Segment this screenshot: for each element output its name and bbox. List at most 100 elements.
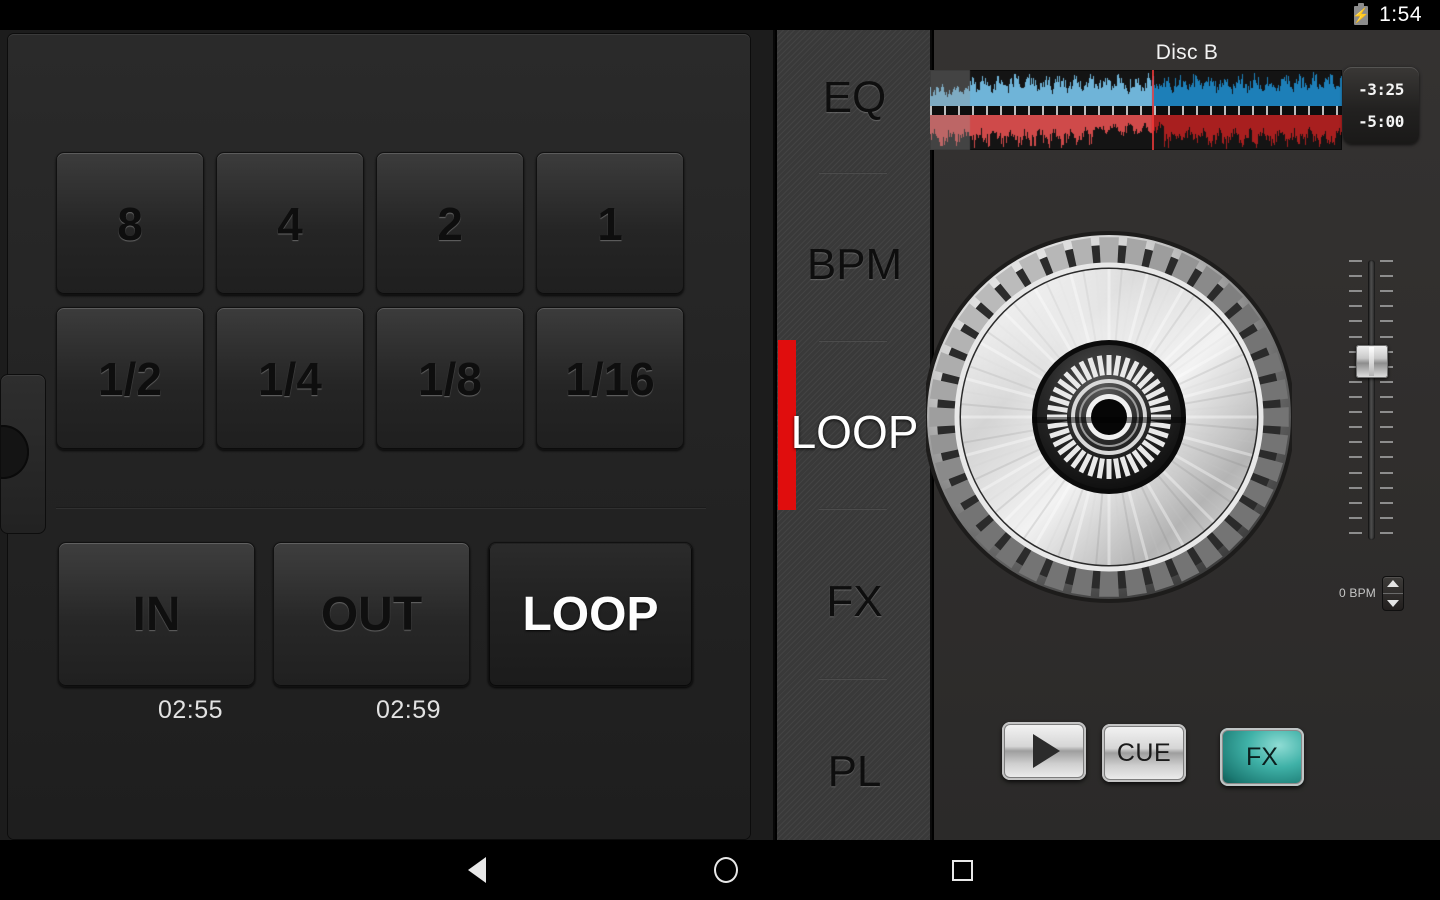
loop-length-1-4[interactable]: 1/4	[216, 307, 364, 450]
fader-tick	[1380, 320, 1393, 322]
fader-tick	[1349, 305, 1362, 307]
fader-tick	[1349, 456, 1362, 458]
loop-length-row-2: 1/2 1/4 1/8 1/16	[56, 307, 706, 450]
tab-fx[interactable]: FX	[777, 552, 930, 652]
fader-tick	[1349, 381, 1362, 383]
fader-tick	[1349, 487, 1362, 489]
loop-length-1-2[interactable]: 1/2	[56, 307, 204, 450]
rail-separator-4	[819, 678, 887, 680]
loop-panel: 8 4 2 1 1/2 1/4 1/8 1/16 IN OUT LOOP 02:…	[0, 30, 775, 840]
loop-toggle-button[interactable]: LOOP	[488, 542, 693, 687]
recents-square-icon	[951, 859, 973, 881]
battery-charging-icon: ⚡	[1352, 2, 1370, 25]
rail-separator-1	[819, 172, 887, 174]
loop-time-readouts: 02:55 02:59	[58, 696, 708, 732]
deck-b-panel: Disc B -3:25 -5:00 0 BPM CUE FX	[926, 30, 1440, 840]
tab-eq[interactable]: EQ	[777, 48, 930, 148]
waveform-top-channel	[930, 70, 1342, 106]
rail-separator-2	[819, 340, 887, 342]
fader-tick	[1380, 290, 1393, 292]
loop-length-1-16[interactable]: 1/16	[536, 307, 684, 450]
fader-tick	[1380, 411, 1393, 413]
bpm-stepper[interactable]	[1382, 575, 1404, 611]
nav-home-button[interactable]	[681, 840, 771, 900]
play-triangle-icon	[1032, 734, 1060, 768]
fader-tick	[1349, 472, 1362, 474]
bpm-value: 0 BPM	[1338, 586, 1376, 600]
pitch-fader[interactable]	[1342, 260, 1398, 540]
stepper-divider	[1383, 592, 1403, 594]
loop-length-4[interactable]: 4	[216, 152, 364, 295]
fader-tick	[1349, 532, 1362, 534]
fader-tick	[1380, 396, 1393, 398]
status-clock: 1:54	[1379, 3, 1422, 26]
charging-bolt-icon: ⚡	[1352, 7, 1370, 23]
loop-panel-body: 8 4 2 1 1/2 1/4 1/8 1/16 IN OUT LOOP 02:…	[0, 34, 750, 839]
android-status-bar: ⚡ 1:54	[0, 0, 1440, 30]
fader-tick	[1380, 532, 1393, 534]
fader-tick	[1380, 441, 1393, 443]
bpm-adjust-row: 0 BPM	[1294, 573, 1404, 613]
fx-button[interactable]: FX	[1220, 728, 1304, 786]
fader-tick	[1349, 426, 1362, 428]
mode-tab-rail: EQ BPM LOOP FX PL	[777, 30, 932, 840]
loop-length-2[interactable]: 2	[376, 152, 524, 295]
fader-tick	[1380, 426, 1393, 428]
tab-loop[interactable]: LOOP	[777, 382, 930, 482]
cue-button[interactable]: CUE	[1102, 724, 1186, 782]
fader-tick	[1380, 472, 1393, 474]
fader-tick	[1349, 502, 1362, 504]
time-readout-box: -3:25 -5:00	[1343, 67, 1419, 144]
fader-tick	[1349, 290, 1362, 292]
fader-tick	[1349, 517, 1362, 519]
fader-tick	[1349, 441, 1362, 443]
fader-tick	[1349, 320, 1362, 322]
fader-tick	[1380, 502, 1393, 504]
pitch-fader-handle[interactable]	[1356, 345, 1388, 378]
back-triangle-icon	[468, 857, 486, 883]
fader-tick	[1380, 487, 1393, 489]
fader-tick	[1380, 381, 1393, 383]
fader-tick	[1349, 275, 1362, 277]
android-nav-bar	[0, 840, 1440, 900]
loop-length-1-8[interactable]: 1/8	[376, 307, 524, 450]
loop-length-1[interactable]: 1	[536, 152, 684, 295]
caret-down-icon[interactable]	[1387, 599, 1399, 607]
fader-tick	[1349, 260, 1362, 262]
home-circle-icon	[714, 857, 738, 883]
edge-deck-widget[interactable]	[0, 374, 46, 534]
fader-tick	[1349, 396, 1362, 398]
panel-divider	[56, 507, 706, 509]
fader-tick	[1380, 517, 1393, 519]
time-total: -5:00	[1358, 111, 1404, 131]
edge-knob[interactable]	[1, 425, 29, 479]
play-button[interactable]	[1002, 722, 1086, 780]
waveform-display[interactable]	[930, 70, 1342, 150]
waveform-playhead	[1152, 70, 1154, 150]
loop-out-time: 02:59	[376, 696, 442, 724]
loop-length-8[interactable]: 8	[56, 152, 204, 295]
nav-back-button[interactable]	[432, 840, 522, 900]
nav-recents-button[interactable]	[917, 840, 1007, 900]
fader-tick	[1349, 411, 1362, 413]
rail-separator-3	[819, 508, 887, 510]
loop-length-row-1: 8 4 2 1	[56, 152, 706, 295]
dj-app-screen: ⚡ 1:54 8 4 2 1 1/2 1/4 1/8 1/16 IN OUT L…	[0, 0, 1440, 900]
loop-io-controls: IN OUT LOOP	[58, 542, 708, 687]
deck-title: Disc B	[1155, 41, 1219, 64]
time-remaining: -3:25	[1358, 80, 1404, 100]
fader-tick	[1380, 456, 1393, 458]
caret-up-icon[interactable]	[1387, 579, 1399, 587]
fader-tick	[1380, 305, 1393, 307]
fader-tick	[1380, 275, 1393, 277]
jog-wheel-icon[interactable]	[926, 198, 1292, 636]
loop-length-grid: 8 4 2 1 1/2 1/4 1/8 1/16	[56, 152, 706, 472]
fader-tick	[1380, 336, 1393, 338]
tab-bpm[interactable]: BPM	[777, 215, 930, 315]
loop-in-button[interactable]: IN	[58, 542, 255, 687]
waveform-beatgrid	[930, 106, 1342, 115]
loop-out-button[interactable]: OUT	[273, 542, 470, 687]
transport-controls: CUE FX	[1002, 722, 1402, 792]
pitch-fader-track[interactable]	[1368, 260, 1375, 540]
tab-pl[interactable]: PL	[777, 722, 930, 822]
